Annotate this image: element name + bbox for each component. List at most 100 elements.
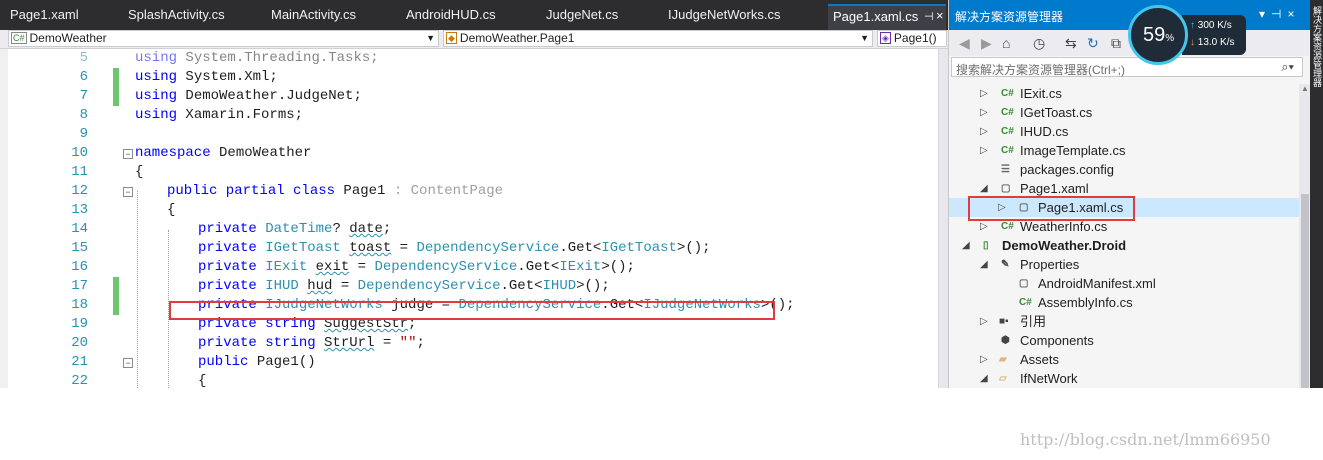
member-dropdown-value: Page1() [893,31,937,45]
code-line: 20 private string StrUrl = ""; [0,334,938,353]
line-number: 20 [71,335,88,351]
tree-item-references[interactable]: ▷ ■▪ 引用 [949,312,1299,331]
search-input[interactable]: 搜索解决方案资源管理器(Ctrl+;) ⌕▾ [951,57,1303,77]
arrow-up-icon: ↑ [1190,20,1195,31]
method-icon: ◈ [880,32,891,44]
tree-item-properties[interactable]: ◢ ✎ Properties [949,255,1299,274]
forward-icon[interactable]: ▶ [981,35,992,52]
project-dropdown[interactable]: C# DemoWeather ▼ [8,30,439,47]
package-icon: ⬢ [1001,335,1010,346]
tab-page1-xaml-cs[interactable]: Page1.xaml.cs ⊣ × [828,4,946,32]
highlight-annotation [169,301,775,320]
collapse-all-icon[interactable]: ⧉ [1111,35,1121,52]
code-line: 7 using DemoWeather.JudgeNet; [0,87,938,106]
tree-item-igettoast[interactable]: ▷ C# IGetToast.cs [949,103,1299,122]
arrow-down-icon: ↓ [1190,37,1195,48]
tab-splash-activity[interactable]: SplashActivity.cs [128,7,225,22]
collapse-toggle[interactable]: − [123,149,133,159]
pin-icon[interactable]: ⊣ [1271,7,1287,21]
wrench-icon: ✎ [1001,259,1010,270]
pin-icon[interactable]: ⊣ [924,10,934,23]
line-number: 21 [71,354,88,370]
android-project-icon: ▯ [983,240,989,251]
code-text: public Page1() [198,354,316,370]
close-icon[interactable]: × [1287,7,1300,21]
tree-item-ifnetwork[interactable]: ◢ ▱ IfNetWork [949,369,1299,388]
search-placeholder: 搜索解决方案资源管理器(Ctrl+;) [956,63,1125,77]
csharp-icon: C# [1019,297,1032,308]
expand-icon[interactable]: ▷ [980,141,988,160]
csharp-icon: C# [1001,107,1014,118]
scrollbar-thumb[interactable] [1301,194,1309,388]
collapse-icon[interactable]: ◢ [980,369,988,388]
tree-item-label: IHUD.cs [1020,124,1069,139]
tab-ijudge-networks[interactable]: IJudgeNetWorks.cs [668,7,780,22]
tree-item-assets[interactable]: ▷ ▰ Assets [949,350,1299,369]
collapse-icon[interactable]: ◢ [980,255,988,274]
watermark-text: http://blog.csdn.net/lmm66950 [1020,430,1271,449]
expand-icon[interactable]: ▷ [980,312,988,331]
line-number: 17 [71,278,88,294]
line-number: 16 [71,259,88,275]
collapse-toggle[interactable]: − [123,187,133,197]
using-xamarin: Xamarin.Forms; [185,107,304,123]
tab-label: Page1.xaml.cs [833,9,919,24]
tab-android-hud[interactable]: AndroidHUD.cs [406,7,496,22]
collapse-icon[interactable]: ◢ [962,236,970,255]
expand-icon[interactable]: ▷ [980,122,988,141]
expand-icon[interactable]: ▷ [980,350,988,369]
tree-item-iexit[interactable]: ▷ C# IExit.cs [949,84,1299,103]
tab-judge-net[interactable]: JudgeNet.cs [546,7,618,22]
tree-item-ihud[interactable]: ▷ C# IHUD.cs [949,122,1299,141]
code-text: { [198,373,207,388]
refresh-icon[interactable]: ↻ [1087,35,1099,52]
editor-scrollbar[interactable] [938,49,948,388]
percent-sign: % [1165,33,1175,44]
tree-item-components[interactable]: ⬢ Components [949,331,1299,350]
tree-item-androidmanifest[interactable]: ▢ AndroidManifest.xml [949,274,1299,293]
collapse-toggle[interactable]: − [123,358,133,368]
usage-circle: 59% [1128,5,1188,65]
sync-icon[interactable]: ⇆ [1065,35,1077,52]
line-number: 6 [79,69,88,85]
solution-explorer-title: 解决方案资源管理器 [955,10,1064,24]
tree-item-imagetemplate[interactable]: ▷ C# ImageTemplate.cs [949,141,1299,160]
tree-item-packages-config[interactable]: ☰ packages.config [949,160,1299,179]
line-number: 8 [79,107,88,123]
tree-item-demoweather-droid[interactable]: ◢ ▯ DemoWeather.Droid [949,236,1299,255]
dropdown-icon[interactable]: ▾ [1259,7,1271,21]
tree-item-assemblyinfo[interactable]: C# AssemblyInfo.cs [949,293,1299,312]
search-icon[interactable]: ⌕▾ [1281,59,1294,75]
code-line: 12 − public partial class Page1 : Conten… [0,182,938,201]
solution-tree: ▷ C# IExit.cs ▷ C# IGetToast.cs ▷ C# IHU… [949,84,1299,388]
code-text: { [167,202,176,218]
csharp-icon: C# [1001,126,1014,137]
line-number: 12 [71,183,88,199]
line-number: 14 [71,221,88,237]
expand-icon[interactable]: ▷ [980,84,988,103]
history-icon[interactable]: ◷ [1033,35,1045,52]
network-monitor-widget[interactable]: ↑ 300 K/s ↓ 13.0 K/s 59% [1128,5,1246,65]
namespace-name: DemoWeather [219,145,312,161]
code-editor[interactable]: 5 using System.Threading.Tasks; 6 using … [0,49,948,388]
tree-item-label: packages.config [1020,162,1114,177]
home-icon[interactable]: ⌂ [1002,35,1010,51]
close-icon[interactable]: × [936,8,944,23]
tree-item-label: Assets [1020,352,1060,367]
back-icon[interactable]: ◀ [959,35,970,52]
line-number: 13 [71,202,88,218]
window-controls: ▾⊣× [1259,7,1301,21]
class-dropdown[interactable]: ◆ DemoWeather.Page1 ▼ [443,30,873,47]
tab-page1-xaml[interactable]: Page1.xaml [10,7,79,22]
tree-item-label: Components [1020,333,1094,348]
scroll-up-icon[interactable]: ▲ [1301,84,1309,93]
member-dropdown[interactable]: ◈ Page1() [877,30,947,47]
line-number: 15 [71,240,88,256]
line-number: 9 [79,126,88,142]
tab-main-activity[interactable]: MainActivity.cs [271,7,356,22]
download-speed: ↓ 13.0 K/s [1190,37,1234,48]
using-xml: System.Xml; [185,69,278,85]
expand-icon[interactable]: ▷ [980,103,988,122]
side-tab-label[interactable]: 解决方案资源管理器 [1311,6,1323,87]
tree-item-label: IfNetWork [1020,371,1078,386]
